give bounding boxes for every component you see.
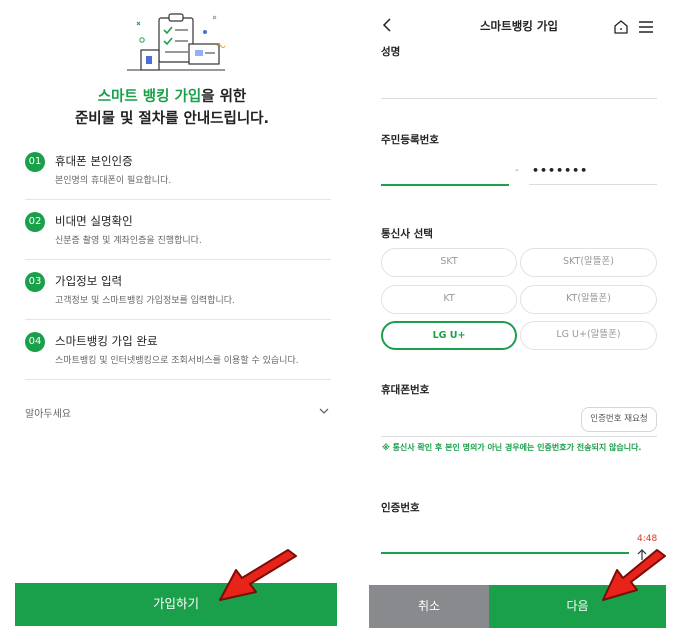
phone-field[interactable] — [381, 436, 657, 437]
chevron-down-icon[interactable] — [317, 404, 331, 418]
page-title: 스마트 뱅킹 가입을 위한 준비물 및 절차를 안내드립니다. — [0, 86, 344, 130]
rrn-back-value: ••••••• — [532, 164, 589, 177]
title-line2: 준비물 및 절차를 안내드립니다. — [74, 111, 270, 127]
step-item: 02 비대면 실명확인 신분증 촬영 및 계좌인증을 진행합니다. — [25, 200, 331, 260]
carrier-option-skt[interactable]: SKT — [381, 248, 517, 277]
checklist-illustration-icon — [127, 13, 226, 71]
step-title: 휴대폰 본인인증 — [55, 154, 133, 168]
title-highlight: 스마트 뱅킹 가입 — [97, 89, 202, 105]
resend-code-button[interactable]: 인증번호 재요청 — [581, 407, 657, 432]
carrier-option-lgu-selected[interactable]: LG U+ — [381, 321, 517, 350]
step-title: 스마트뱅킹 가입 완료 — [55, 334, 158, 348]
step-number-badge: 01 — [25, 152, 45, 172]
rrn-dash: - — [515, 165, 519, 176]
signup-form-screen: 스마트뱅킹 가입 성명 주민등록번호 - ••••••• 통신사 선택 SKT … — [369, 0, 669, 637]
join-intro-screen: 스마트 뱅킹 가입을 위한 준비물 및 절차를 안내드립니다. 01 휴대폰 본… — [0, 0, 344, 637]
step-description: 스마트뱅킹 및 인터넷뱅킹으로 조회서비스를 이용할 수 있습니다. — [55, 356, 299, 366]
auth-code-label: 인증번호 — [381, 502, 420, 514]
rrn-label: 주민등록번호 — [381, 134, 439, 146]
carrier-label: 통신사 선택 — [381, 228, 433, 240]
notice-label: 알아두세요 — [25, 409, 71, 420]
auth-code-field[interactable] — [381, 552, 629, 554]
carrier-warning-text: ※ 통신사 확인 후 본인 명의가 아닌 경우에는 인증번호가 전송되지 않습니… — [382, 443, 642, 452]
step-item: 04 스마트뱅킹 가입 완료 스마트뱅킹 및 인터넷뱅킹으로 조회서비스를 이용… — [25, 320, 331, 380]
step-item: 03 가입정보 입력 고객정보 및 스마트뱅킹 가입정보를 입력합니다. — [25, 260, 331, 320]
step-list: 01 휴대폰 본인인증 본인명의 휴대폰이 필요합니다. 02 비대면 실명확인… — [25, 140, 331, 380]
phone-label: 휴대폰번호 — [381, 384, 430, 396]
step-title: 비대면 실명확인 — [55, 214, 133, 228]
step-number-badge: 02 — [25, 212, 45, 232]
carrier-option-kt-mvno[interactable]: KT(알뜰폰) — [520, 285, 657, 314]
step-description: 고객정보 및 스마트뱅킹 가입정보를 입력합니다. — [55, 296, 235, 306]
carrier-option-lgu-mvno[interactable]: LG U+(알뜰폰) — [520, 321, 657, 350]
step-number-badge: 03 — [25, 272, 45, 292]
title-rest: 을 위한 — [201, 89, 247, 105]
cancel-button[interactable]: 취소 — [369, 585, 489, 628]
rrn-front-field[interactable] — [381, 184, 509, 186]
notice-accordion[interactable]: 알아두세요 — [25, 402, 331, 422]
step-item: 01 휴대폰 본인인증 본인명의 휴대폰이 필요합니다. — [25, 140, 331, 200]
top-bar: 스마트뱅킹 가입 — [369, 0, 669, 44]
step-number-badge: 04 — [25, 332, 45, 352]
auth-timer: 4:48 — [637, 534, 658, 544]
rrn-back-field[interactable] — [529, 184, 657, 185]
red-pointer-arrow-icon — [219, 549, 297, 601]
menu-icon[interactable] — [638, 20, 654, 34]
carrier-option-skt-mvno[interactable]: SKT(알뜰폰) — [520, 248, 657, 277]
carrier-option-kt[interactable]: KT — [381, 285, 517, 314]
step-title: 가입정보 입력 — [55, 274, 123, 288]
red-pointer-arrow-icon — [602, 549, 666, 601]
home-icon[interactable] — [613, 19, 629, 35]
step-description: 본인명의 휴대폰이 필요합니다. — [55, 176, 172, 186]
name-label: 성명 — [381, 46, 401, 58]
step-description: 신분증 촬영 및 계좌인증을 진행합니다. — [55, 236, 202, 246]
name-field[interactable] — [381, 98, 657, 99]
